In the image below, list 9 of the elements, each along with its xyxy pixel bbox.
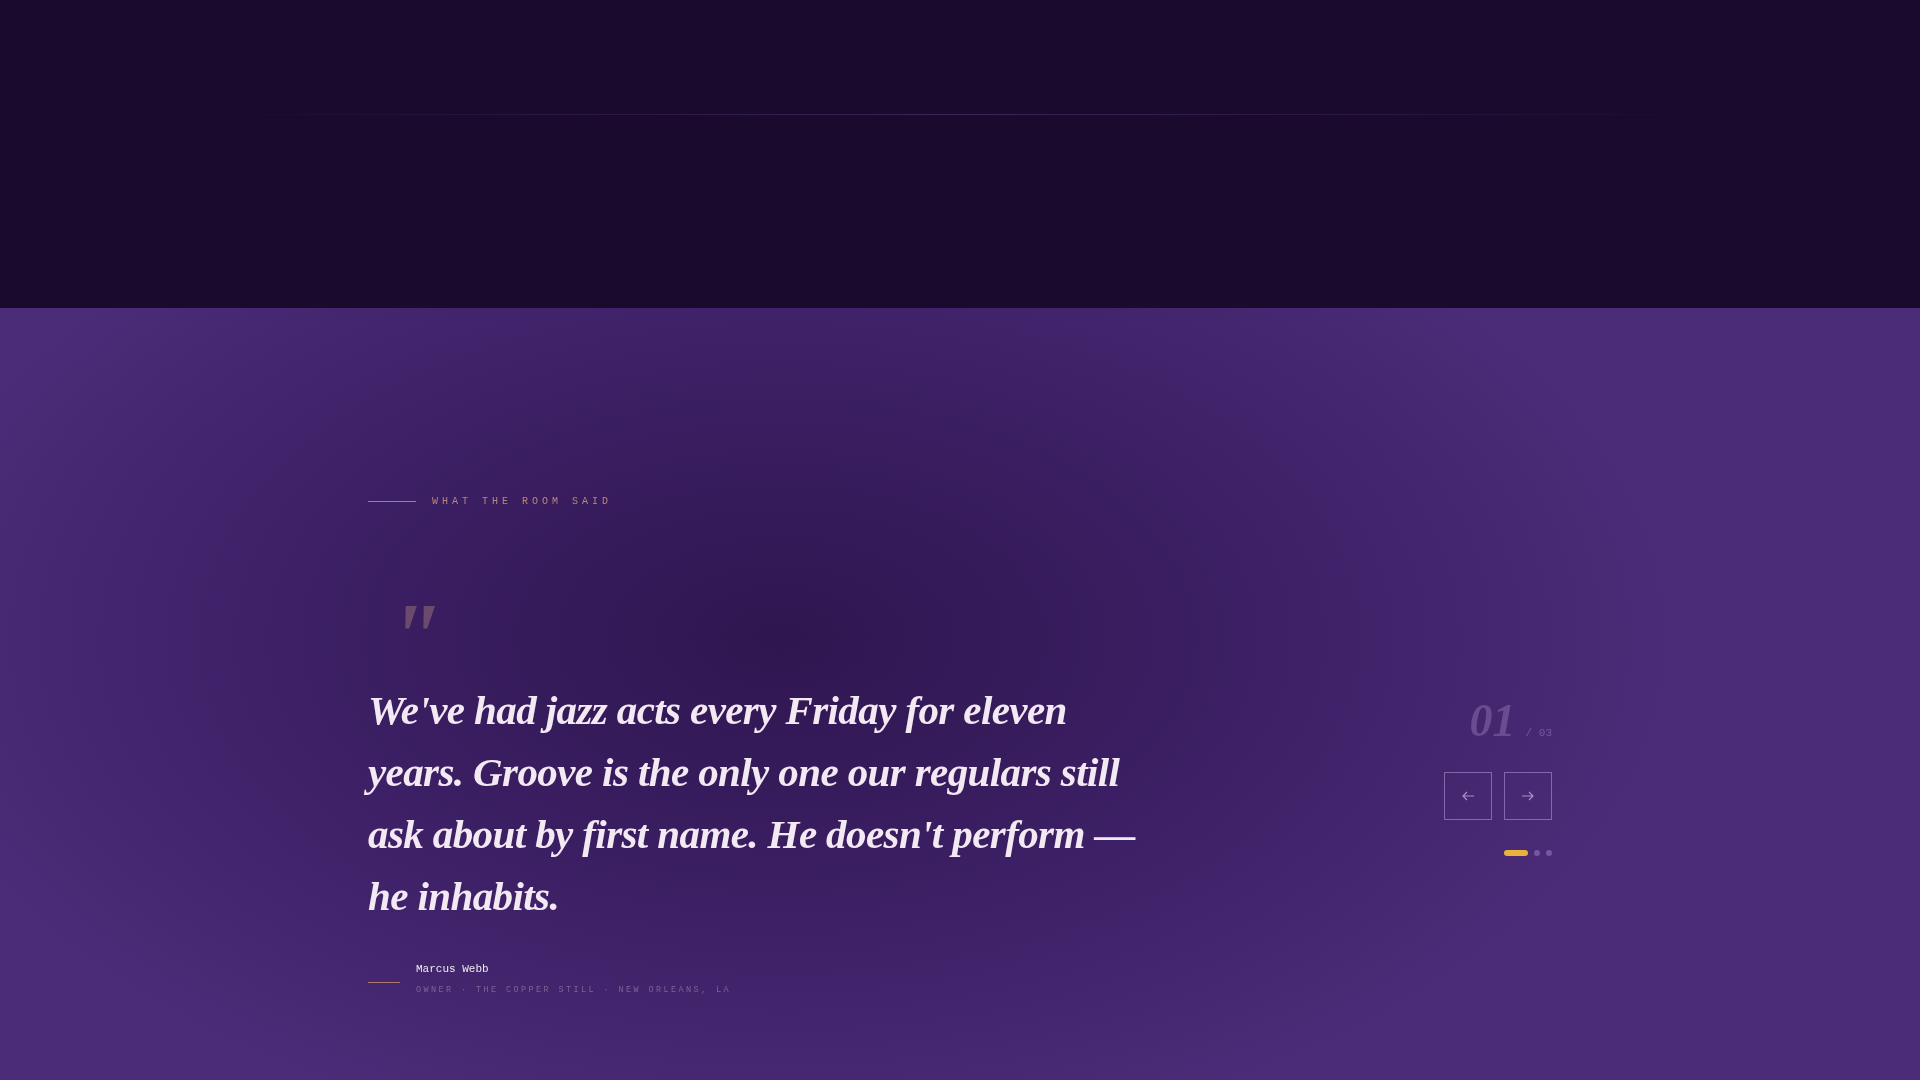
author-name: Marcus Webb — [416, 962, 490, 977]
slide-dot[interactable] — [1534, 850, 1540, 856]
accent-rule — [368, 982, 400, 984]
section-eyebrow: WHAT THE ROOM SAID — [432, 495, 613, 509]
next-button[interactable] — [1504, 772, 1552, 820]
previous-button[interactable] — [1444, 772, 1492, 820]
slide-dot[interactable] — [1546, 850, 1552, 856]
quote-mark: " — [388, 589, 443, 659]
accent-rule — [368, 501, 416, 502]
